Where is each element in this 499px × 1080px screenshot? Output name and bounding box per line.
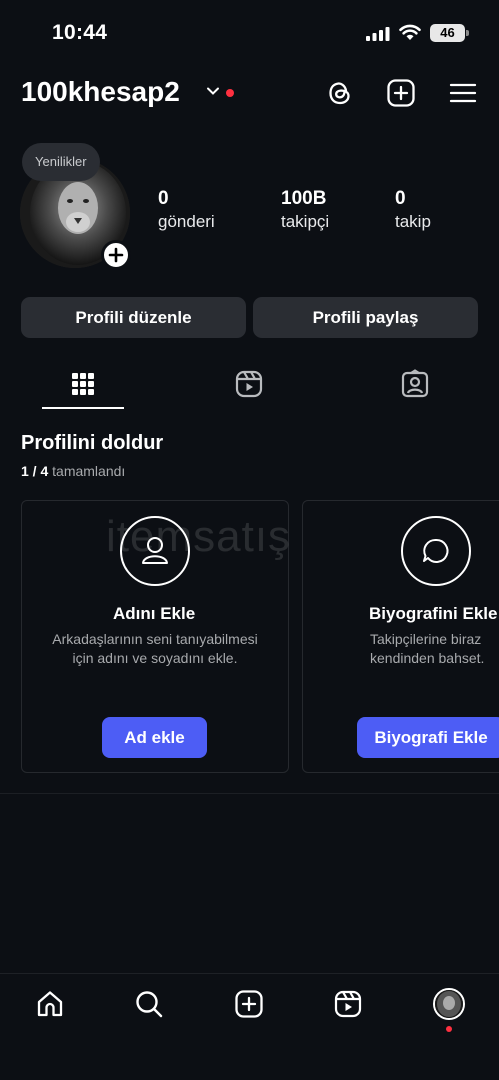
notification-dot bbox=[226, 89, 234, 97]
person-glyph bbox=[142, 537, 168, 564]
chat-glyph bbox=[423, 538, 449, 563]
notes-bubble[interactable]: Yenilikler bbox=[22, 143, 100, 181]
following-count[interactable]: 0 bbox=[395, 188, 406, 210]
battery-level: 46 bbox=[430, 24, 465, 42]
share-profile-button[interactable]: Profili paylaş bbox=[253, 297, 478, 338]
complete-profile-title: Profilini doldur bbox=[21, 432, 164, 454]
battery-tip bbox=[466, 30, 469, 36]
person-icon bbox=[120, 516, 190, 586]
create-icon[interactable] bbox=[234, 989, 264, 1019]
add-name-desc: Arkadaşlarının seni tanıyabilmesi için a… bbox=[37, 630, 273, 668]
menu-icon[interactable] bbox=[448, 78, 478, 108]
add-story-button[interactable] bbox=[101, 240, 131, 270]
complete-profile-progress: 1 / 4 tamamlandı bbox=[21, 463, 125, 479]
progress-suffix: tamamlandı bbox=[52, 463, 126, 479]
plus-icon bbox=[108, 247, 124, 263]
status-time: 10:44 bbox=[52, 21, 108, 44]
following-label[interactable]: takip bbox=[395, 212, 431, 232]
reels-icon[interactable] bbox=[234, 369, 264, 399]
add-bio-title: Biyografini Ekle bbox=[369, 604, 498, 623]
add-bio-desc: Takipçilerine biraz kendinden bahset. bbox=[370, 630, 484, 668]
wifi-icon bbox=[399, 24, 421, 40]
home-icon[interactable] bbox=[35, 989, 65, 1019]
add-name-button[interactable]: Ad ekle bbox=[102, 717, 207, 758]
grid-icon[interactable] bbox=[68, 369, 98, 399]
add-bio-button[interactable]: Biyografi Ekle bbox=[357, 717, 499, 758]
add-bio-desc-line2: kendinden bahset. bbox=[370, 650, 485, 666]
profile-nav-avatar[interactable] bbox=[433, 988, 465, 1020]
add-name-desc-line2: için adını ve soyadını ekle. bbox=[72, 650, 238, 666]
threads-icon[interactable] bbox=[325, 78, 355, 108]
active-tab-indicator bbox=[42, 407, 124, 409]
chat-bubble-icon bbox=[401, 516, 471, 586]
progress-count: 1 / 4 bbox=[21, 463, 49, 479]
reels-nav-icon[interactable] bbox=[333, 989, 363, 1019]
add-name-title: Adını Ekle bbox=[113, 604, 196, 623]
nav-divider bbox=[0, 973, 499, 974]
section-divider bbox=[0, 793, 499, 794]
signal-icon bbox=[366, 27, 390, 41]
tagged-icon[interactable] bbox=[400, 369, 430, 399]
lion-mini-photo bbox=[435, 990, 463, 1018]
chevron-down-icon[interactable] bbox=[206, 84, 220, 98]
add-name-desc-line1: Arkadaşlarının seni tanıyabilmesi bbox=[52, 631, 258, 647]
edit-profile-button[interactable]: Profili düzenle bbox=[21, 297, 246, 338]
posts-label[interactable]: gönderi bbox=[158, 212, 215, 232]
followers-label[interactable]: takipçi bbox=[281, 212, 329, 232]
add-bio-desc-line1: Takipçilerine biraz bbox=[370, 631, 482, 647]
search-icon[interactable] bbox=[134, 989, 164, 1019]
profile-notification-dot bbox=[446, 1026, 452, 1032]
followers-count[interactable]: 100B bbox=[281, 188, 326, 210]
add-icon[interactable] bbox=[386, 78, 416, 108]
username-title[interactable]: 100khesap2 bbox=[21, 76, 180, 108]
posts-count[interactable]: 0 bbox=[158, 188, 169, 210]
